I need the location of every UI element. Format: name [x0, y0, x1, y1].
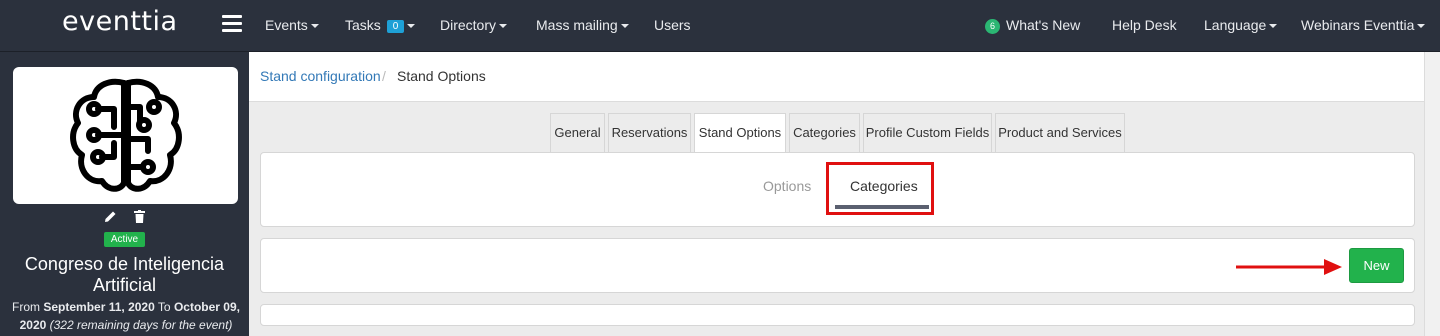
status-badge: Active [104, 232, 145, 247]
nav-whats-new[interactable]: 6 What's New [985, 17, 1080, 34]
annotation-highlight-box [826, 162, 934, 215]
caret-down-icon [407, 24, 416, 29]
categories-list-panel [260, 304, 1415, 326]
caret-down-icon [499, 24, 508, 29]
nav-users[interactable]: Users [654, 17, 691, 33]
breadcrumb-separator: / [382, 68, 386, 84]
event-dates: From September 11, 2020 To October 09, 2… [12, 300, 240, 332]
tab-reservations[interactable]: Reservations [608, 113, 691, 153]
page-scrollbar[interactable] [1424, 52, 1440, 336]
tab-product-and-services[interactable]: Product and Services [995, 113, 1125, 153]
new-category-button[interactable]: New [1349, 248, 1404, 283]
top-navbar: eventtia Events Tasks 0 Directory Mass m… [0, 0, 1440, 52]
tab-profile-custom-fields[interactable]: Profile Custom Fields [863, 113, 992, 153]
nav-help-desk[interactable]: Help Desk [1112, 17, 1177, 33]
event-start-date: September 11, 2020 [43, 300, 155, 314]
nav-tasks[interactable]: Tasks 0 [345, 17, 416, 33]
brain-circuit-icon [70, 78, 182, 192]
subtab-options[interactable]: Options [763, 178, 811, 194]
whats-new-count-badge: 6 [985, 19, 1000, 34]
event-title: Congreso de Inteligencia Artificial [24, 254, 225, 295]
tasks-count-badge: 0 [386, 20, 405, 33]
event-image [13, 67, 238, 204]
trash-icon[interactable] [134, 210, 145, 228]
nav-events[interactable]: Events [265, 17, 319, 33]
nav-language[interactable]: Language [1204, 17, 1278, 33]
annotation-arrow-icon [1236, 259, 1342, 275]
hamburger-menu-icon[interactable] [222, 15, 242, 33]
nav-mass-mailing[interactable]: Mass mailing [536, 17, 629, 33]
tab-categories[interactable]: Categories [789, 113, 860, 153]
nav-directory[interactable]: Directory [440, 17, 508, 33]
caret-down-icon [1417, 24, 1426, 29]
pencil-icon[interactable] [104, 210, 117, 228]
eventtia-logo[interactable]: eventtia [62, 6, 178, 37]
breadcrumb: Stand configuration / Stand Options [249, 52, 1424, 102]
breadcrumb-current: Stand Options [397, 68, 486, 84]
nav-account[interactable]: Webinars Eventtia [1301, 17, 1426, 33]
tab-general[interactable]: General [550, 113, 605, 153]
caret-down-icon [1269, 24, 1278, 29]
caret-down-icon [620, 24, 629, 29]
breadcrumb-stand-configuration[interactable]: Stand configuration [260, 68, 381, 84]
caret-down-icon [310, 24, 319, 29]
remaining-days: (322 remaining days for the event) [49, 318, 233, 332]
event-sidebar: Active Congreso de Inteligencia Artifici… [0, 52, 249, 336]
tab-stand-options[interactable]: Stand Options [694, 113, 786, 154]
